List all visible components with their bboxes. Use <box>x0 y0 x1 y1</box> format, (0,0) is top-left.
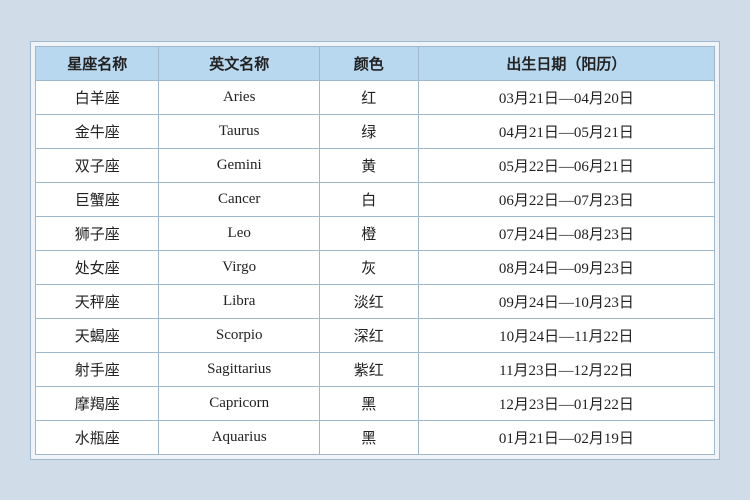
cell-english-name: Gemini <box>159 148 319 182</box>
zodiac-table: 星座名称 英文名称 颜色 出生日期（阳历） 白羊座Aries红03月21日—04… <box>35 46 715 455</box>
table-row: 金牛座Taurus绿04月21日—05月21日 <box>36 114 715 148</box>
cell-color: 白 <box>319 182 418 216</box>
cell-chinese-name: 处女座 <box>36 250 159 284</box>
header-english-name: 英文名称 <box>159 46 319 80</box>
header-chinese-name: 星座名称 <box>36 46 159 80</box>
cell-chinese-name: 天蝎座 <box>36 318 159 352</box>
cell-dates: 10月24日—11月22日 <box>418 318 714 352</box>
cell-english-name: Taurus <box>159 114 319 148</box>
table-row: 巨蟹座Cancer白06月22日—07月23日 <box>36 182 715 216</box>
cell-chinese-name: 白羊座 <box>36 80 159 114</box>
header-dates: 出生日期（阳历） <box>418 46 714 80</box>
cell-english-name: Libra <box>159 284 319 318</box>
cell-chinese-name: 巨蟹座 <box>36 182 159 216</box>
cell-color: 红 <box>319 80 418 114</box>
cell-color: 绿 <box>319 114 418 148</box>
cell-color: 紫红 <box>319 352 418 386</box>
zodiac-table-container: 星座名称 英文名称 颜色 出生日期（阳历） 白羊座Aries红03月21日—04… <box>30 41 720 460</box>
cell-english-name: Aquarius <box>159 420 319 454</box>
cell-chinese-name: 金牛座 <box>36 114 159 148</box>
table-row: 双子座Gemini黄05月22日—06月21日 <box>36 148 715 182</box>
table-row: 白羊座Aries红03月21日—04月20日 <box>36 80 715 114</box>
cell-dates: 03月21日—04月20日 <box>418 80 714 114</box>
table-header-row: 星座名称 英文名称 颜色 出生日期（阳历） <box>36 46 715 80</box>
cell-color: 黄 <box>319 148 418 182</box>
cell-chinese-name: 天秤座 <box>36 284 159 318</box>
table-row: 射手座Sagittarius紫红11月23日—12月22日 <box>36 352 715 386</box>
cell-english-name: Cancer <box>159 182 319 216</box>
cell-dates: 06月22日—07月23日 <box>418 182 714 216</box>
cell-color: 黑 <box>319 420 418 454</box>
cell-color: 黑 <box>319 386 418 420</box>
cell-chinese-name: 双子座 <box>36 148 159 182</box>
table-row: 水瓶座Aquarius黑01月21日—02月19日 <box>36 420 715 454</box>
cell-color: 深红 <box>319 318 418 352</box>
cell-color: 灰 <box>319 250 418 284</box>
cell-english-name: Capricorn <box>159 386 319 420</box>
table-row: 处女座Virgo灰08月24日—09月23日 <box>36 250 715 284</box>
cell-color: 淡红 <box>319 284 418 318</box>
cell-dates: 11月23日—12月22日 <box>418 352 714 386</box>
table-row: 摩羯座Capricorn黑12月23日—01月22日 <box>36 386 715 420</box>
cell-chinese-name: 摩羯座 <box>36 386 159 420</box>
cell-english-name: Leo <box>159 216 319 250</box>
table-row: 狮子座Leo橙07月24日—08月23日 <box>36 216 715 250</box>
cell-color: 橙 <box>319 216 418 250</box>
cell-english-name: Sagittarius <box>159 352 319 386</box>
cell-dates: 09月24日—10月23日 <box>418 284 714 318</box>
cell-dates: 12月23日—01月22日 <box>418 386 714 420</box>
cell-english-name: Virgo <box>159 250 319 284</box>
table-row: 天蝎座Scorpio深红10月24日—11月22日 <box>36 318 715 352</box>
cell-english-name: Scorpio <box>159 318 319 352</box>
cell-chinese-name: 射手座 <box>36 352 159 386</box>
cell-dates: 04月21日—05月21日 <box>418 114 714 148</box>
cell-dates: 05月22日—06月21日 <box>418 148 714 182</box>
cell-dates: 08月24日—09月23日 <box>418 250 714 284</box>
cell-dates: 01月21日—02月19日 <box>418 420 714 454</box>
cell-english-name: Aries <box>159 80 319 114</box>
table-row: 天秤座Libra淡红09月24日—10月23日 <box>36 284 715 318</box>
header-color: 颜色 <box>319 46 418 80</box>
cell-chinese-name: 狮子座 <box>36 216 159 250</box>
cell-chinese-name: 水瓶座 <box>36 420 159 454</box>
cell-dates: 07月24日—08月23日 <box>418 216 714 250</box>
